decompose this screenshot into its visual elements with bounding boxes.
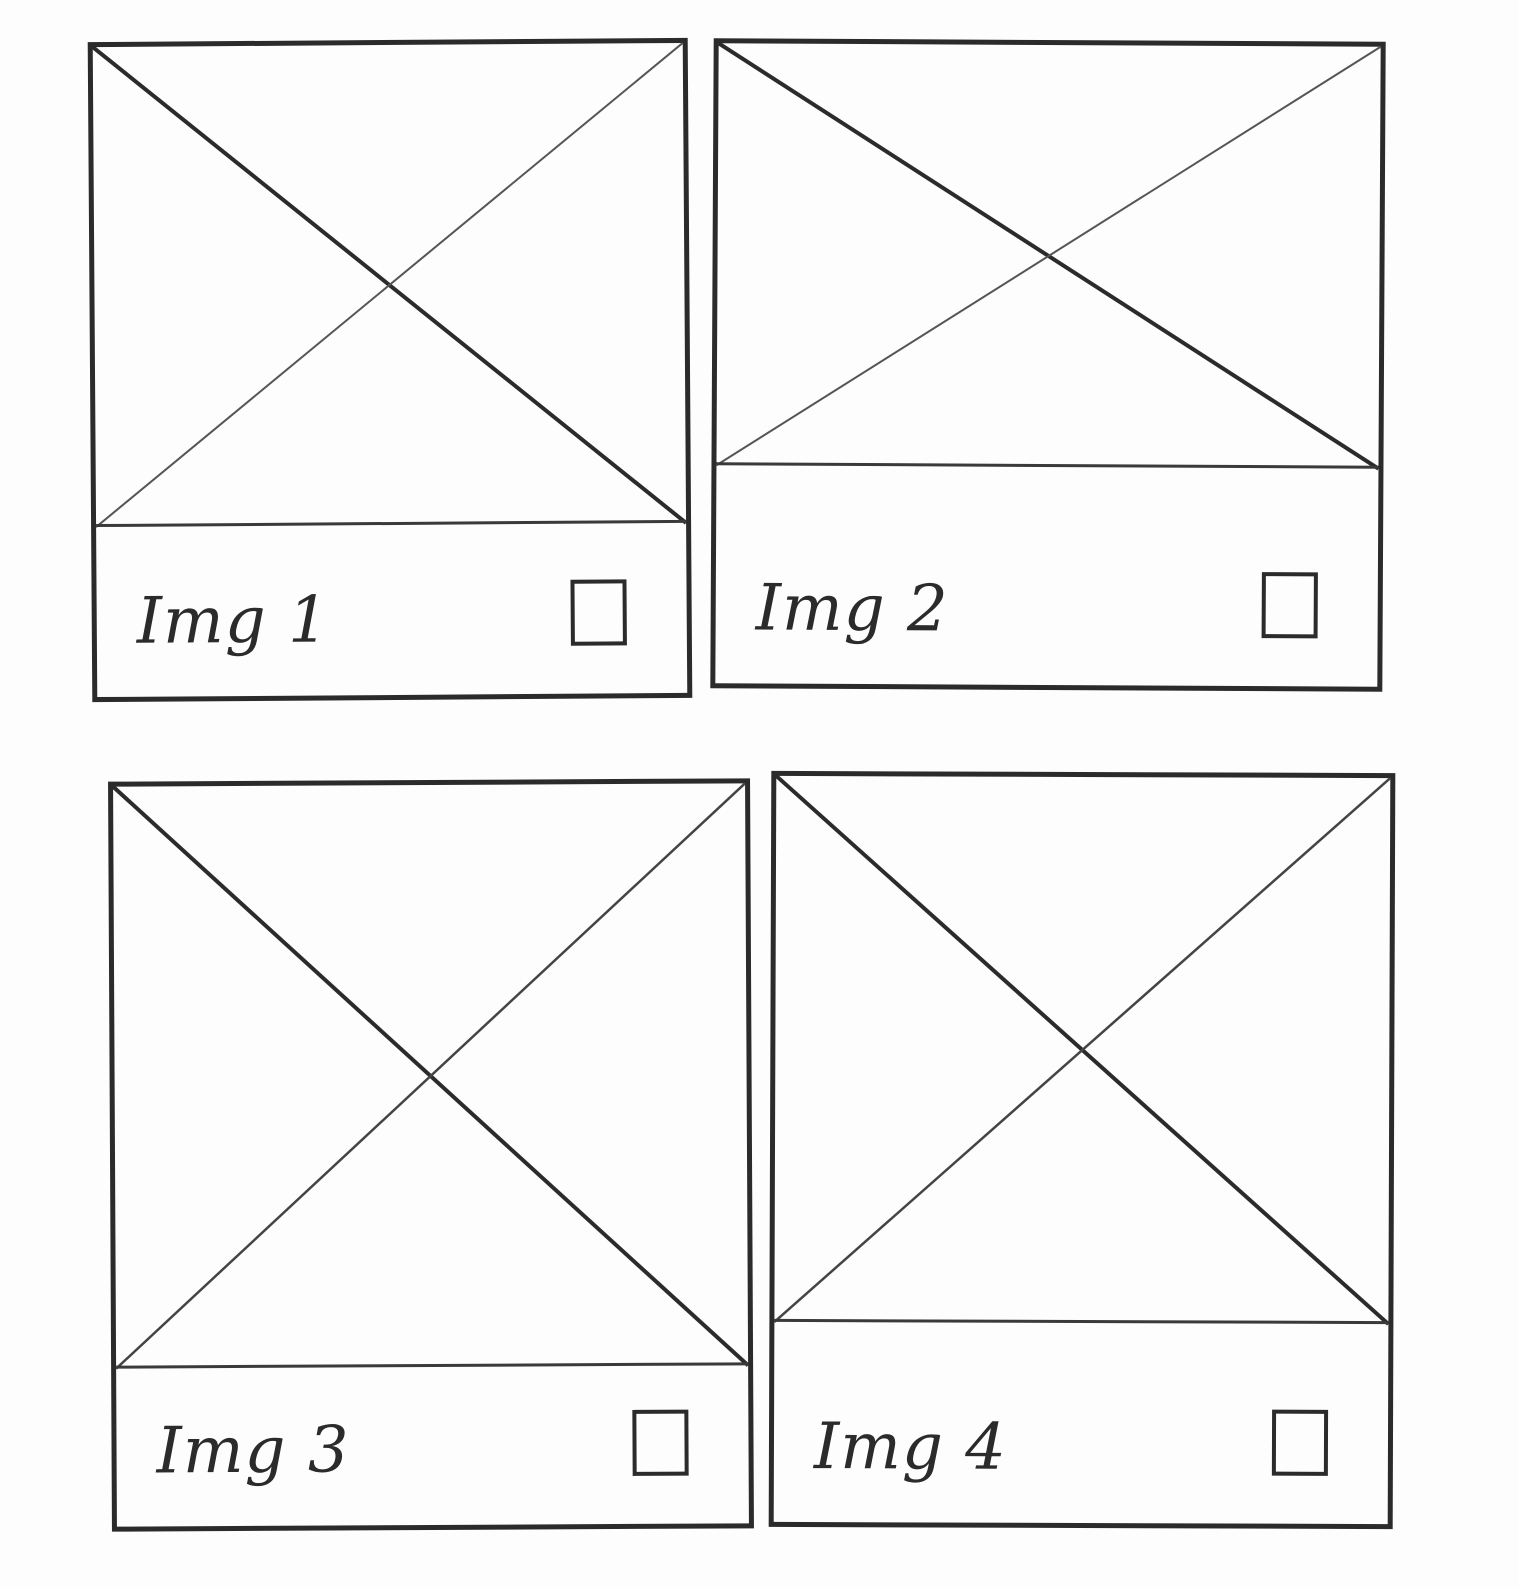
image-placeholder-icon	[113, 783, 748, 1368]
image-placeholder-icon	[716, 43, 1380, 468]
card-caption: Img 3	[156, 1413, 350, 1489]
image-placeholder-icon	[93, 43, 686, 527]
image-card[interactable]: Img 3	[108, 778, 754, 1532]
select-checkbox[interactable]	[1261, 572, 1318, 639]
image-placeholder-icon	[774, 776, 1390, 1324]
card-caption-bar: Img 1	[96, 519, 688, 698]
image-card[interactable]: Img 2	[710, 38, 1385, 692]
card-caption: Img 2	[755, 571, 949, 647]
card-caption-bar: Img 2	[715, 462, 1379, 687]
image-card[interactable]: Img 1	[88, 37, 693, 703]
image-card[interactable]: Img 4	[769, 771, 1396, 1530]
select-checkbox[interactable]	[570, 579, 627, 646]
select-checkbox[interactable]	[1271, 1409, 1329, 1476]
image-gallery-wireframe: Img 1 Img 2 Img 3 Img 4	[0, 0, 1519, 1588]
card-caption-bar: Img 4	[773, 1318, 1389, 1525]
card-caption: Img 4	[813, 1410, 1008, 1485]
card-caption-bar: Img 3	[116, 1362, 749, 1527]
select-checkbox[interactable]	[632, 1409, 689, 1476]
card-caption: Img 1	[136, 583, 331, 659]
